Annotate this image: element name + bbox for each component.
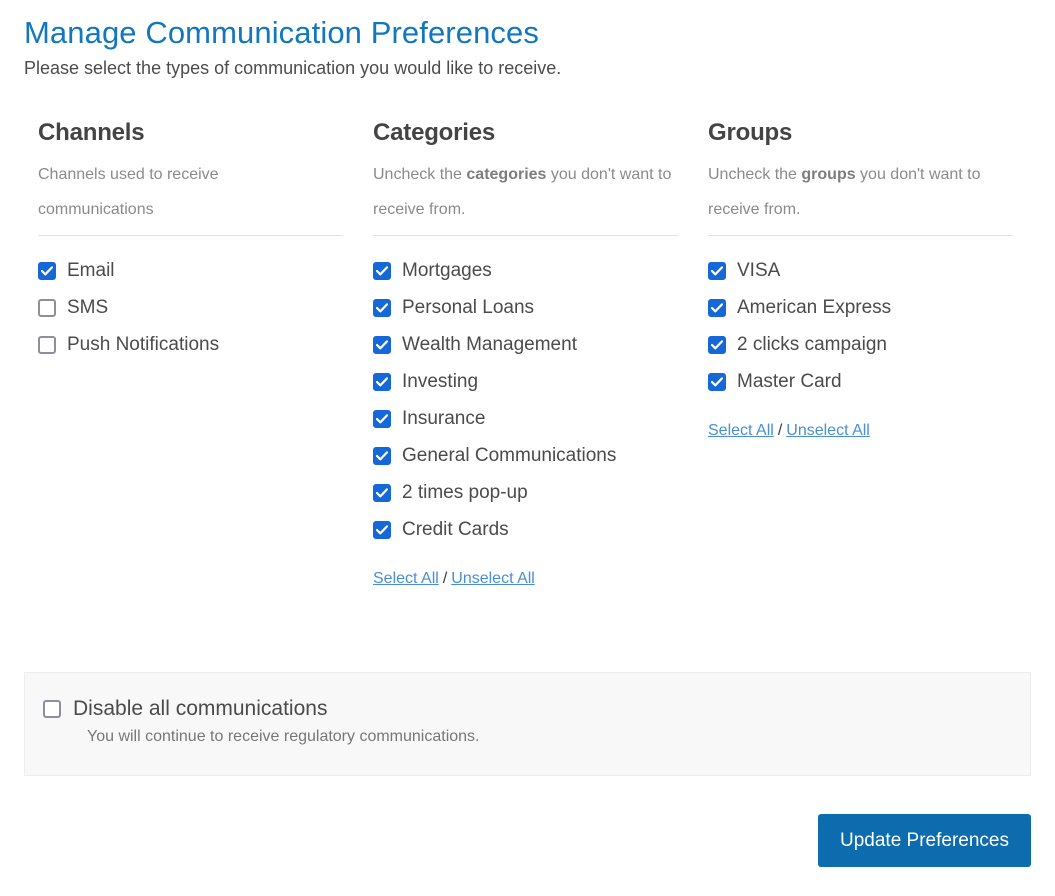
- checkbox-row[interactable]: American Express: [708, 289, 1013, 326]
- column-groups: Groups Uncheck the groups you don't want …: [708, 119, 1013, 440]
- checkbox-row[interactable]: General Communications: [373, 437, 678, 474]
- column-description-emphasis: groups: [801, 166, 856, 183]
- column-channels: Channels Channels used to receive communi…: [38, 119, 343, 363]
- column-divider-groups: [708, 235, 1013, 236]
- checkbox-label: Master Card: [737, 370, 842, 392]
- checkbox-row[interactable]: Wealth Management: [373, 326, 678, 363]
- checkbox-icon[interactable]: [38, 335, 56, 354]
- column-description-groups: Uncheck the groups you don't want to rec…: [708, 157, 1008, 227]
- checkbox-label: VISA: [737, 259, 781, 281]
- checkbox-icon[interactable]: [373, 409, 391, 428]
- checkbox-icon-disable-all[interactable]: [43, 700, 61, 718]
- submit-row: Update Preferences: [0, 814, 1031, 867]
- checkbox-icon[interactable]: [373, 372, 391, 391]
- checkbox-icon[interactable]: [708, 261, 726, 280]
- unselect-all-link[interactable]: Unselect All: [786, 422, 870, 439]
- checkbox-list-groups: VISA American Express 2 clicks campaign Mas…: [708, 252, 1013, 400]
- preferences-page: Manage Communication Preferences Please …: [0, 0, 1055, 896]
- preference-columns: Channels Channels used to receive communi…: [0, 119, 1055, 588]
- select-all-link[interactable]: Select All: [373, 570, 439, 587]
- checkbox-label: Email: [67, 259, 115, 281]
- page-subtitle: Please select the types of communication…: [24, 58, 562, 78]
- checkbox-row[interactable]: Insurance: [373, 400, 678, 437]
- checkbox-label: American Express: [737, 296, 892, 318]
- disable-all-label: Disable all communications: [73, 697, 328, 720]
- checkbox-label: 2 times pop-up: [402, 481, 528, 503]
- page-title: Manage Communication Preferences: [24, 15, 539, 50]
- checkbox-label: Credit Cards: [402, 518, 509, 540]
- checkbox-row[interactable]: 2 clicks campaign: [708, 326, 1013, 363]
- update-preferences-button[interactable]: Update Preferences: [818, 814, 1031, 867]
- checkbox-label: Push Notifications: [67, 333, 220, 355]
- select-all-link[interactable]: Select All: [708, 422, 774, 439]
- disable-all-panel[interactable]: Disable all communications You will cont…: [24, 672, 1031, 776]
- checkbox-icon[interactable]: [373, 298, 391, 317]
- checkbox-row[interactable]: Push Notifications: [38, 326, 343, 363]
- links-separator: /: [777, 422, 783, 439]
- column-title-channels: Channels: [38, 119, 145, 146]
- checkbox-icon[interactable]: [373, 520, 391, 539]
- checkbox-icon[interactable]: [373, 335, 391, 354]
- checkbox-label: General Communications: [402, 444, 617, 466]
- column-title-categories: Categories: [373, 119, 496, 146]
- select-links-groups: Select All / Unselect All: [708, 422, 1013, 440]
- checkbox-list-categories: Mortgages Personal Loans Wealth Management…: [373, 252, 678, 548]
- column-description-prefix: Uncheck the: [708, 166, 802, 183]
- column-categories: Categories Uncheck the categories you don…: [373, 119, 678, 588]
- checkbox-row[interactable]: Master Card: [708, 363, 1013, 400]
- checkbox-row[interactable]: SMS: [38, 289, 343, 326]
- column-divider-categories: [373, 235, 678, 236]
- column-description-emphasis: categories: [466, 166, 547, 183]
- checkbox-icon[interactable]: [373, 483, 391, 502]
- column-title-groups: Groups: [708, 119, 793, 146]
- checkbox-label: Personal Loans: [402, 296, 535, 318]
- checkbox-icon[interactable]: [373, 446, 391, 465]
- checkbox-row[interactable]: 2 times pop-up: [373, 474, 678, 511]
- disable-all-row[interactable]: Disable all communications: [43, 697, 1030, 721]
- checkbox-label: Insurance: [402, 407, 486, 429]
- checkbox-icon[interactable]: [38, 261, 56, 280]
- checkbox-icon[interactable]: [708, 298, 726, 317]
- column-description-prefix: Uncheck the: [373, 166, 467, 183]
- links-separator: /: [442, 570, 448, 587]
- checkbox-label: SMS: [67, 296, 109, 318]
- checkbox-row[interactable]: Personal Loans: [373, 289, 678, 326]
- checkbox-row[interactable]: Credit Cards: [373, 511, 678, 548]
- unselect-all-link[interactable]: Unselect All: [451, 570, 535, 587]
- checkbox-row[interactable]: Investing: [373, 363, 678, 400]
- checkbox-list-channels: Email SMS Push Notifications: [38, 252, 343, 363]
- checkbox-icon[interactable]: [708, 335, 726, 354]
- checkbox-icon[interactable]: [373, 261, 391, 280]
- checkbox-row[interactable]: VISA: [708, 252, 1013, 289]
- checkbox-label: Investing: [402, 370, 479, 392]
- checkbox-icon[interactable]: [708, 372, 726, 391]
- checkbox-label: 2 clicks campaign: [737, 333, 887, 355]
- column-divider-channels: [38, 235, 343, 236]
- column-description-prefix: Channels used to receive communications: [38, 166, 219, 218]
- column-description-channels: Channels used to receive communications: [38, 157, 338, 227]
- checkbox-row[interactable]: Email: [38, 252, 343, 289]
- page-header: Manage Communication Preferences Please …: [0, 0, 1055, 81]
- column-description-categories: Uncheck the categories you don't want to…: [373, 157, 673, 227]
- checkbox-label: Mortgages: [402, 259, 492, 281]
- checkbox-icon[interactable]: [38, 298, 56, 317]
- checkbox-row[interactable]: Mortgages: [373, 252, 678, 289]
- select-links-categories: Select All / Unselect All: [373, 570, 678, 588]
- checkbox-label: Wealth Management: [402, 333, 577, 355]
- disable-all-note: You will continue to receive regulatory …: [87, 728, 480, 745]
